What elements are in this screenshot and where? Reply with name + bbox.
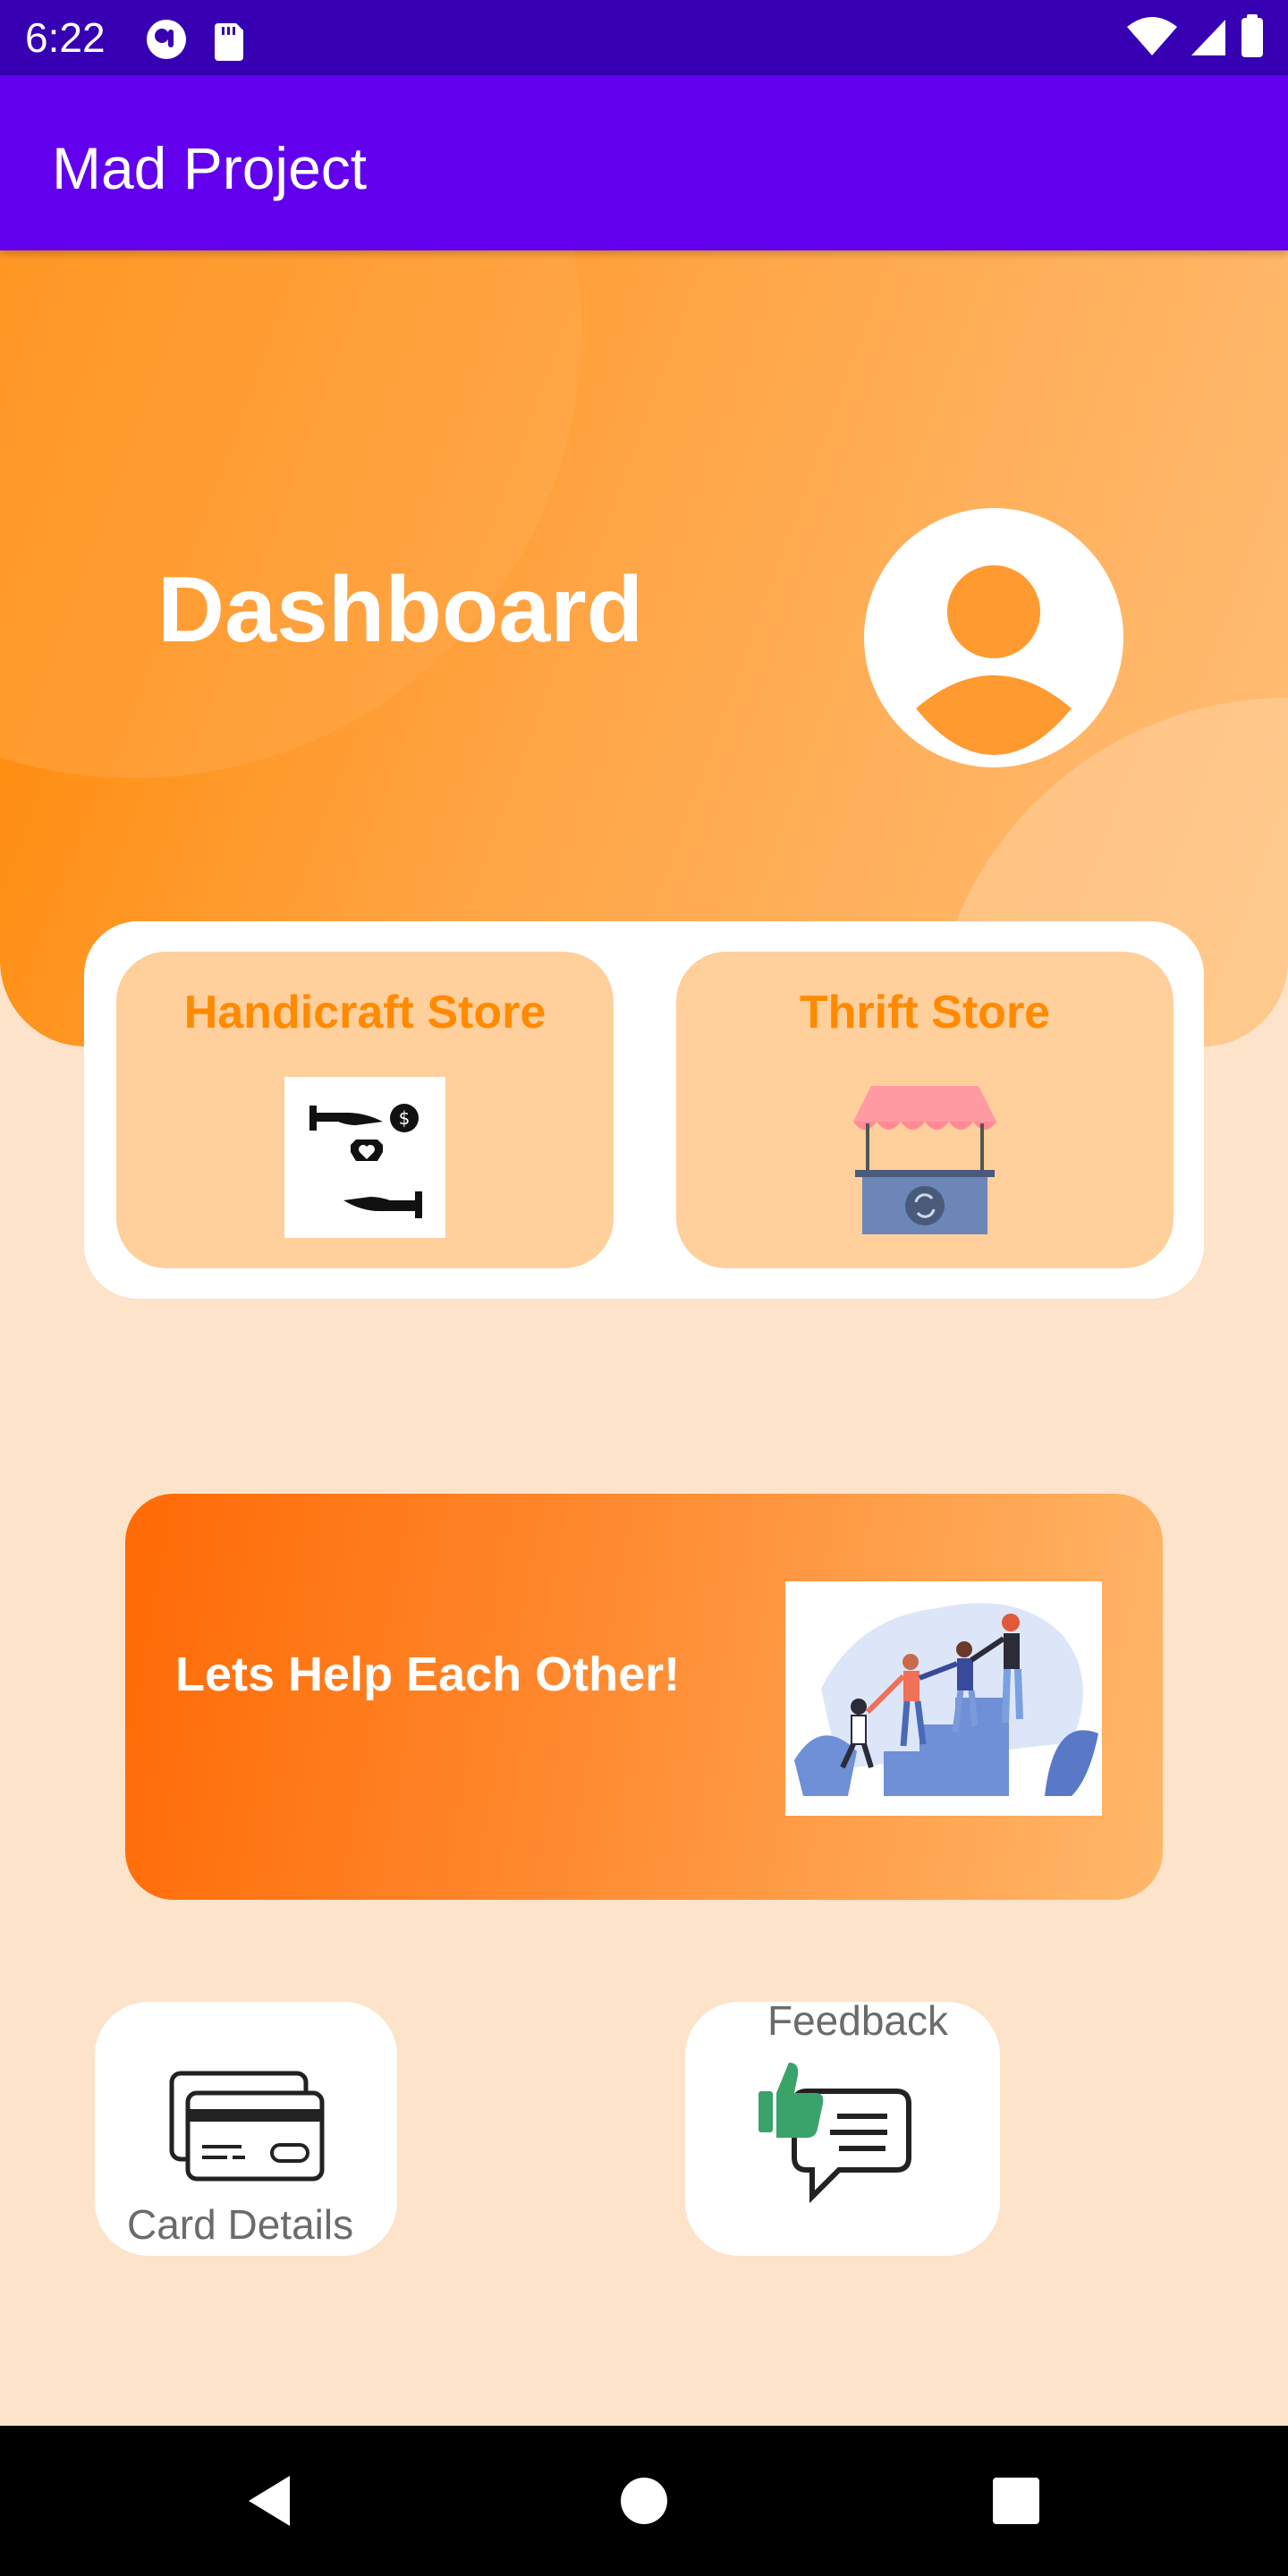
handicraft-store-label: Handicraft Store (183, 987, 547, 1038)
svg-text:$: $ (399, 1107, 411, 1129)
decorative-circle (0, 250, 581, 778)
stores-panel: Handicraft Store $ Thrift Store (84, 921, 1204, 1299)
credit-card-icon (168, 2070, 329, 2186)
status-bar: 6:22 (0, 0, 1288, 75)
page-title: Dashboard (157, 558, 644, 662)
card-details-button[interactable]: Card Details (95, 2002, 397, 2256)
help-banner-text: Lets Help Each Other! (175, 1648, 681, 1701)
help-banner[interactable]: Lets Help Each Other! (125, 1494, 1163, 1900)
app-bar: Mad Project (0, 75, 1288, 250)
status-right-icons (1125, 14, 1268, 65)
navigation-bar (0, 2426, 1288, 2576)
handicraft-store-button[interactable]: Handicraft Store $ (116, 952, 614, 1268)
feedback-thumbs-up-icon (758, 2057, 928, 2218)
market-stall-icon (844, 1077, 1005, 1238)
cellular-signal-icon (1191, 20, 1225, 55)
people-helping-climb-illustration (785, 1581, 1102, 1816)
battery-icon (1241, 14, 1263, 57)
feedback-label: Feedback (767, 1997, 949, 2044)
home-icon[interactable] (612, 2469, 676, 2533)
donation-hands-icon: $ (284, 1077, 445, 1238)
status-left-icons (143, 16, 259, 67)
feedback-button[interactable]: Feedback (685, 1997, 1000, 2256)
app-title: Mad Project (52, 135, 368, 201)
notification-app-icon (147, 20, 243, 61)
card-details-label: Card Details (127, 2201, 354, 2248)
wifi-icon (1127, 17, 1177, 55)
thrift-store-button[interactable]: Thrift Store (676, 952, 1174, 1268)
profile-icon[interactable] (864, 508, 1123, 767)
status-time: 6:22 (25, 14, 106, 61)
thrift-store-label: Thrift Store (799, 987, 1051, 1038)
back-icon[interactable] (238, 2469, 302, 2533)
recent-apps-icon[interactable] (984, 2469, 1048, 2533)
